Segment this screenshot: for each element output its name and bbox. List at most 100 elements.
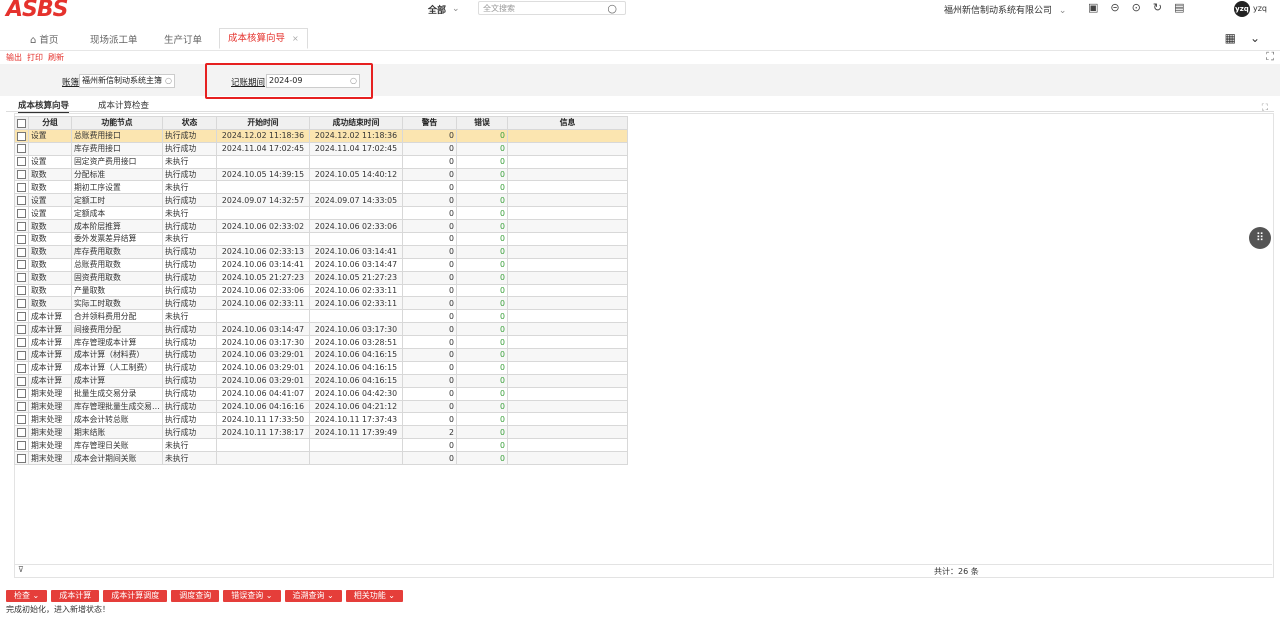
refresh-icon[interactable]: ↻ bbox=[1153, 1, 1162, 14]
search-input[interactable]: 全文搜索 ○ bbox=[478, 1, 626, 15]
table-row[interactable]: 成本计算 合并领料费用分配 未执行 0 0 bbox=[14, 309, 628, 324]
cost-calc-schedule-button[interactable]: 成本计算调度 bbox=[103, 590, 168, 602]
trace-query-button[interactable]: 追溯查询 ⌄ bbox=[284, 590, 342, 602]
table-row[interactable]: 期末处理 库存管理日关账 未执行 0 0 bbox=[14, 438, 628, 453]
table-row[interactable]: 取数 期初工序设置 未执行 0 0 bbox=[14, 180, 628, 195]
notes-icon[interactable]: ▣ bbox=[1088, 1, 1098, 14]
cost-calc-button[interactable]: 成本计算 bbox=[51, 590, 100, 602]
error-cell: 0 bbox=[456, 438, 508, 453]
row-checkbox[interactable] bbox=[14, 438, 29, 453]
avatar[interactable]: yzq bbox=[1234, 1, 1250, 17]
lookup-icon[interactable]: ○ bbox=[165, 75, 172, 87]
tab-dispatch[interactable]: 现场派工单 bbox=[90, 32, 138, 46]
table-row[interactable]: 取数 固资费用取数 执行成功 2024.10.05 21:27:23 2024.10.0… bbox=[14, 270, 628, 285]
row-checkbox[interactable] bbox=[14, 425, 29, 440]
row-checkbox[interactable] bbox=[14, 373, 29, 388]
fullscreen-icon[interactable]: ⛶ bbox=[1266, 50, 1274, 64]
row-checkbox[interactable] bbox=[14, 154, 29, 169]
table-row[interactable]: 库存费用接口 执行成功 2024.11.04 17:02:45 2024.11.04 … bbox=[14, 141, 628, 156]
table-row[interactable]: 成本计算 成本计算（人工制费） 执行成功 2024.10.06 03:29:01 202… bbox=[14, 360, 628, 375]
row-checkbox[interactable] bbox=[14, 206, 29, 221]
table-row[interactable]: 期末处理 期末结账 执行成功 2024.10.11 17:38:17 2024.10.1… bbox=[14, 425, 628, 440]
row-checkbox[interactable] bbox=[14, 386, 29, 401]
check-button[interactable]: 检查 ⌄ bbox=[6, 590, 48, 602]
tab-cost-wizard[interactable]: 成本核算向导 × bbox=[219, 28, 308, 49]
table-row[interactable]: 成本计算 库存管理成本计算 执行成功 2024.10.06 03:17:30 2024.… bbox=[14, 335, 628, 350]
row-checkbox[interactable] bbox=[14, 296, 29, 311]
refresh-link[interactable]: 刷新 bbox=[48, 52, 64, 63]
select-all-checkbox[interactable] bbox=[14, 116, 29, 130]
row-checkbox[interactable] bbox=[14, 399, 29, 414]
row-checkbox[interactable] bbox=[14, 335, 29, 350]
row-checkbox[interactable] bbox=[14, 283, 29, 298]
row-checkbox[interactable] bbox=[14, 128, 29, 143]
row-checkbox[interactable] bbox=[14, 193, 29, 208]
help-icon[interactable]: ⊙ bbox=[1132, 1, 1141, 14]
tab-cost-wizard-grid[interactable]: 成本核算向导 bbox=[18, 99, 70, 114]
chevron-down-icon[interactable]: ⌄ bbox=[1250, 31, 1260, 45]
tab-production-order[interactable]: 生产订单 bbox=[164, 32, 202, 46]
export-link[interactable]: 输出 bbox=[6, 52, 22, 63]
column-header[interactable]: 分组 bbox=[28, 116, 72, 130]
table-row[interactable]: 设置 定额工时 执行成功 2024.09.07 14:32:57 2024.09.07 … bbox=[14, 193, 628, 208]
table-row[interactable]: 取数 产量取数 执行成功 2024.10.06 02:33:06 2024.10.06 … bbox=[14, 283, 628, 298]
username[interactable]: yzq bbox=[1253, 4, 1267, 13]
row-checkbox[interactable] bbox=[14, 322, 29, 337]
row-checkbox[interactable] bbox=[14, 348, 29, 362]
search-scope-select[interactable]: 全部 ⌄ bbox=[428, 2, 460, 16]
document-icon[interactable]: ▤ bbox=[1174, 1, 1184, 14]
message-icon[interactable]: ⊝ bbox=[1110, 1, 1119, 14]
search-icon[interactable]: ○ bbox=[607, 2, 617, 16]
column-header[interactable]: 状态 bbox=[162, 116, 217, 130]
row-checkbox[interactable] bbox=[14, 141, 29, 156]
table-row[interactable]: 设置 总账费用接口 执行成功 2024.12.02 11:18:36 2024.12.0… bbox=[14, 128, 628, 143]
table-row[interactable]: 期末处理 成本会计期间关账 未执行 0 0 bbox=[14, 451, 628, 466]
table-row[interactable]: 取数 实际工时取数 执行成功 2024.10.06 02:33:11 2024.10.0… bbox=[14, 296, 628, 311]
row-checkbox[interactable] bbox=[14, 360, 29, 375]
apps-float-button[interactable]: ⠿ bbox=[1249, 227, 1271, 249]
related-functions-button[interactable]: 相关功能 ⌄ bbox=[345, 590, 403, 602]
table-row[interactable]: 成本计算 成本计算 执行成功 2024.10.06 03:29:01 2024.10.0… bbox=[14, 373, 628, 388]
column-header[interactable]: 功能节点 bbox=[71, 116, 163, 130]
table-row[interactable]: 期末处理 批量生成交易分录 执行成功 2024.10.06 04:41:07 2024.… bbox=[14, 386, 628, 401]
table-row[interactable]: 取数 库存费用取数 执行成功 2024.10.06 02:33:13 2024.10.0… bbox=[14, 244, 628, 259]
column-header[interactable]: 信息 bbox=[507, 116, 628, 130]
table-row[interactable]: 期末处理 库存管理批量生成交易… 执行成功 2024.10.06 04:16:16 20… bbox=[14, 399, 628, 414]
account-field[interactable]: 福州新信制动系统主簿 ○ bbox=[79, 74, 175, 88]
company-selector[interactable]: 福州新信制动系统有限公司 ⌄ bbox=[944, 3, 1066, 16]
row-checkbox[interactable] bbox=[14, 180, 29, 195]
column-header[interactable]: 开始时间 bbox=[216, 116, 310, 130]
row-checkbox[interactable] bbox=[14, 412, 29, 427]
row-checkbox[interactable] bbox=[14, 219, 29, 234]
table-row[interactable]: 成本计算 间接费用分配 执行成功 2024.10.06 03:14:47 2024.10… bbox=[14, 322, 628, 337]
row-checkbox[interactable] bbox=[14, 451, 29, 466]
end-time-cell: 2024.10.06 04:21:12 bbox=[309, 399, 403, 414]
table-row[interactable]: 取数 总账费用取数 执行成功 2024.10.06 03:14:41 2024.10.0… bbox=[14, 257, 628, 272]
row-checkbox[interactable] bbox=[14, 270, 29, 285]
row-checkbox[interactable] bbox=[14, 244, 29, 259]
row-checkbox[interactable] bbox=[14, 309, 29, 324]
column-header[interactable]: 警告 bbox=[402, 116, 457, 130]
row-checkbox[interactable] bbox=[14, 232, 29, 246]
bottom-toolbar: 检查 ⌄ 成本计算 成本计算调度 调度查询 错误查询 ⌄ 追溯查询 ⌄ 相关功能… bbox=[6, 590, 403, 602]
table-row[interactable]: 设置 定额成本 未执行 0 0 bbox=[14, 206, 628, 221]
error-query-button[interactable]: 错误查询 ⌄ bbox=[223, 590, 281, 602]
print-link[interactable]: 打印 bbox=[27, 52, 43, 63]
row-checkbox[interactable] bbox=[14, 257, 29, 272]
table-row[interactable]: 期末处理 成本会计转总账 执行成功 2024.10.11 17:33:50 2024.1… bbox=[14, 412, 628, 427]
schedule-query-button[interactable]: 调度查询 bbox=[171, 590, 220, 602]
table-row[interactable]: 取数 委外发票差异结算 未执行 0 0 bbox=[14, 232, 628, 246]
column-header[interactable]: 成功结束时间 bbox=[309, 116, 403, 130]
row-checkbox[interactable] bbox=[14, 167, 29, 182]
table-row[interactable]: 取数 分配标准 执行成功 2024.10.05 14:39:15 2024.10.05 … bbox=[14, 167, 628, 182]
table-row[interactable]: 设置 固定资产费用接口 未执行 0 0 bbox=[14, 154, 628, 169]
tab-cost-check[interactable]: 成本计算检查 bbox=[98, 99, 149, 111]
close-icon[interactable]: × bbox=[292, 34, 299, 43]
table-row[interactable]: 取数 成本阶层推算 执行成功 2024.10.06 02:33:02 2024.10.0… bbox=[14, 219, 628, 234]
column-header[interactable]: 错误 bbox=[456, 116, 508, 130]
grid-menu-icon[interactable]: ▦ bbox=[1225, 31, 1236, 45]
filter-icon[interactable]: ⊽ bbox=[18, 565, 24, 574]
expand-icon[interactable]: ⛶ bbox=[1262, 103, 1268, 113]
table-row[interactable]: 成本计算 成本计算（材料费） 执行成功 2024.10.06 03:29:01 2024… bbox=[14, 348, 628, 362]
tab-home[interactable]: ⌂ 首页 bbox=[30, 32, 58, 46]
